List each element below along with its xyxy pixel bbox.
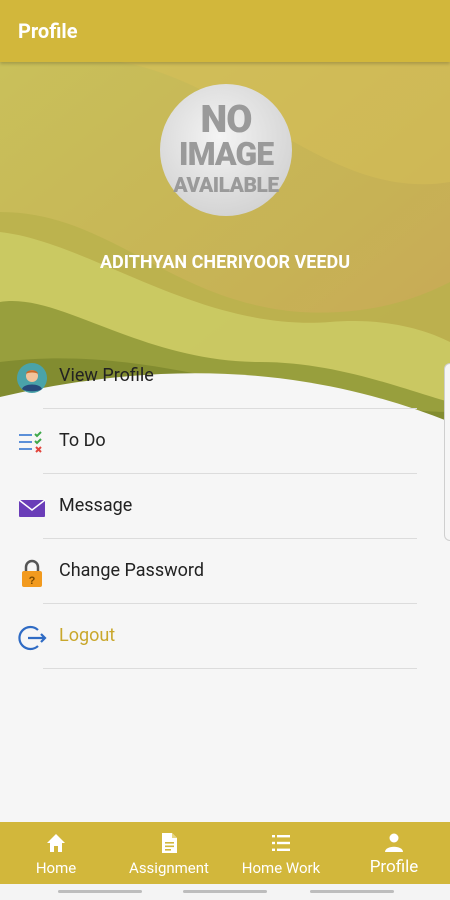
envelope-icon — [18, 499, 46, 517]
bottom-navigation: Home Assignment Home Work Profile — [0, 822, 450, 884]
menu-label-to-do: To Do — [59, 430, 106, 451]
tab-label-home: Home — [35, 859, 77, 877]
user-avatar-icon — [17, 363, 47, 393]
menu-label-change-password: Change Password — [59, 560, 204, 581]
menu-label-view-profile: View Profile — [59, 365, 154, 386]
profile-avatar[interactable]: NO IMAGE AVAILABLE — [160, 84, 292, 216]
menu-divider — [43, 668, 417, 669]
tab-home-work[interactable]: Home Work — [225, 822, 337, 884]
tab-home[interactable]: Home — [0, 822, 112, 884]
menu-item-change-password[interactable]: ? Change Password — [0, 539, 450, 604]
tab-profile[interactable]: Profile — [338, 822, 450, 884]
menu-item-message[interactable]: Message — [0, 474, 450, 539]
user-name: ADITHYAN CHERIYOOR VEEDU — [99, 252, 351, 273]
menu-label-logout: Logout — [59, 625, 116, 646]
list-icon — [272, 835, 290, 851]
person-icon — [385, 833, 403, 852]
home-icon — [47, 834, 65, 852]
avatar-text-image: IMAGE — [178, 135, 274, 173]
tab-label-profile: Profile — [369, 857, 419, 877]
menu-item-view-profile[interactable]: View Profile — [0, 344, 450, 409]
menu-item-to-do[interactable]: To Do — [0, 409, 450, 474]
gesture-indicator — [310, 890, 394, 893]
logout-icon — [18, 625, 47, 651]
tab-assignment[interactable]: Assignment — [113, 822, 225, 884]
avatar-text-no: NO — [200, 98, 253, 142]
document-icon — [162, 833, 177, 853]
lock-icon: ? — [22, 559, 42, 587]
system-gesture-bar — [0, 884, 450, 900]
gesture-indicator — [183, 890, 267, 893]
menu-item-logout[interactable]: Logout — [0, 604, 450, 669]
gesture-indicator — [58, 890, 142, 893]
app-bar: Profile — [0, 0, 450, 62]
avatar-text-available: AVAILABLE — [173, 174, 279, 198]
checklist-icon — [19, 431, 42, 453]
page-title: Profile — [18, 19, 78, 43]
edge-drawer-handle[interactable] — [444, 363, 450, 541]
tab-label-assignment: Assignment — [129, 859, 209, 877]
tab-label-home-work: Home Work — [241, 859, 321, 877]
menu-label-message: Message — [59, 495, 133, 516]
svg-text:?: ? — [29, 575, 36, 587]
